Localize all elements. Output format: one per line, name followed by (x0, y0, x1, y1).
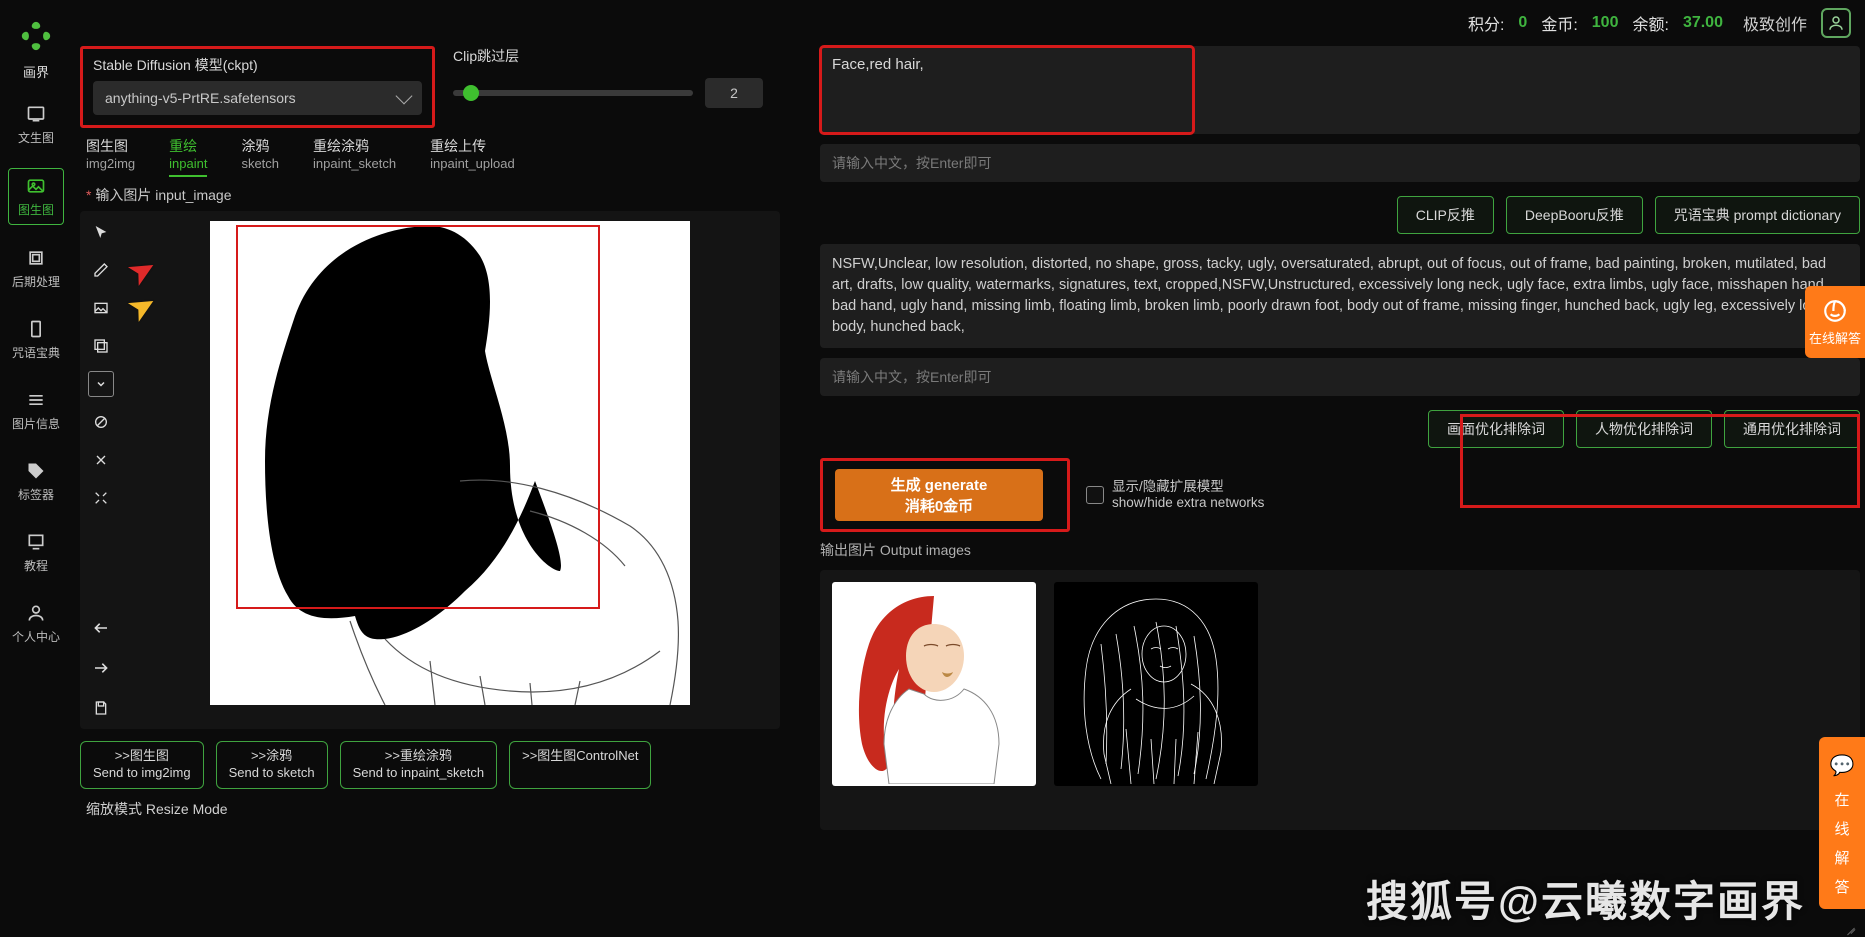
checkbox-icon[interactable] (1086, 486, 1104, 504)
online-help-button[interactable]: 在线解答 (1805, 286, 1865, 358)
positive-prompt-input[interactable]: Face,red hair, (820, 46, 1194, 134)
chat-icon: 💬 (1826, 749, 1858, 781)
sidebar-item-tutorial[interactable]: 教程 (8, 525, 64, 580)
clear-tool-icon[interactable] (88, 447, 114, 473)
slider-thumb[interactable] (463, 85, 479, 101)
generate-wrap: 生成 generate 消耗0金币 (820, 458, 1070, 532)
tutorial-icon (25, 531, 47, 553)
eraser-tool-icon[interactable] (88, 409, 114, 435)
negative-prompt-input[interactable]: NSFW,Unclear, low resolution, distorted,… (820, 244, 1860, 348)
editor-tools-top (88, 219, 114, 511)
translate-input-pos[interactable]: 请输入中文，按Enter即可 (820, 144, 1860, 182)
chevron-down-icon (396, 88, 413, 105)
deepbooru-button[interactable]: DeepBooru反推 (1506, 196, 1643, 234)
send-row: >>图生图Send to img2img >>涂鸦Send to sketch … (80, 741, 800, 789)
app-logo-icon[interactable] (16, 16, 56, 56)
output-label: 输出图片 Output images (820, 540, 1860, 560)
chat-widget[interactable]: 💬 在线解答 (1819, 737, 1865, 909)
sidebar-item-user-center[interactable]: 个人中心 (8, 596, 64, 651)
editor-tools-bottom (88, 615, 114, 721)
output-image-1[interactable] (832, 582, 1036, 786)
tab-inpaint-upload[interactable]: 重绘上传inpaint_upload (430, 136, 515, 177)
image-editor[interactable]: ➤ ➤ (80, 211, 780, 729)
cursor-tool-icon[interactable] (88, 219, 114, 245)
canvas-image[interactable] (210, 221, 690, 705)
resize-mode-label: 缩放模式 Resize Mode (80, 799, 800, 819)
sidebar-item-postprocess[interactable]: 后期处理 (8, 241, 64, 296)
redo-icon[interactable] (88, 655, 114, 681)
image-image-icon (25, 175, 47, 197)
tab-inpaint[interactable]: 重绘inpaint (169, 136, 207, 177)
balance-value: 37.00 (1683, 14, 1723, 32)
tab-sketch[interactable]: 涂鸦sketch (241, 136, 279, 177)
user-avatar-icon[interactable] (1821, 8, 1851, 38)
creative-label[interactable]: 极致创作 (1743, 11, 1807, 35)
app-name: 画界 (23, 62, 49, 81)
topbar: 积分: 0 金币: 100 余额: 37.00 极致创作 (0, 0, 1865, 46)
pencil-tool-icon[interactable] (88, 257, 114, 283)
gallery-tool-icon[interactable] (88, 333, 114, 359)
sidebar-item-txt2img[interactable]: 文生图 (8, 97, 64, 152)
tagger-icon (25, 460, 47, 482)
sidebar-item-prompt-book[interactable]: 咒语宝典 (8, 312, 64, 367)
text-image-icon (25, 103, 47, 125)
coins-value: 100 (1592, 14, 1619, 32)
points-label: 积分: (1468, 11, 1504, 35)
points-value: 0 (1518, 14, 1527, 32)
tab-inpaint-sketch[interactable]: 重绘涂鸦inpaint_sketch (313, 136, 396, 177)
sidebar-item-img2img[interactable]: 图生图 (8, 168, 64, 225)
exclude-quality-button[interactable]: 画面优化排除词 (1428, 410, 1564, 448)
dropdown-tool-icon[interactable] (88, 371, 114, 397)
clip-slider[interactable] (453, 90, 693, 96)
img2img-tabs: 图生图img2img 重绘inpaint 涂鸦sketch 重绘涂鸦inpain… (80, 136, 800, 177)
user-center-icon (25, 602, 47, 624)
input-image-label: * 输入图片 input_image (86, 185, 800, 205)
send-sketch-button[interactable]: >>涂鸦Send to sketch (216, 741, 328, 789)
resize-handle-icon[interactable] (1844, 922, 1856, 934)
image-tool-icon[interactable] (88, 295, 114, 321)
translate-input-neg[interactable]: 请输入中文，按Enter即可 (820, 358, 1860, 396)
extra-networks-toggle[interactable]: 显示/隐藏扩展模型 show/hide extra networks (1086, 479, 1264, 511)
model-select[interactable]: anything-v5-PrtRE.safetensors (93, 81, 422, 115)
exclude-general-button[interactable]: 通用优化排除词 (1724, 410, 1860, 448)
prompt-book-icon (25, 318, 47, 340)
sidebar-item-tagger[interactable]: 标签器 (8, 454, 64, 509)
save-icon[interactable] (88, 695, 114, 721)
model-value: anything-v5-PrtRE.safetensors (105, 90, 296, 106)
sidebar-item-image-info[interactable]: 图片信息 (8, 383, 64, 438)
tab-img2img[interactable]: 图生图img2img (86, 136, 135, 177)
coins-label: 金币: (1541, 11, 1577, 35)
prompt-dictionary-button[interactable]: 咒语宝典 prompt dictionary (1655, 196, 1860, 234)
clip-interrogate-button[interactable]: CLIP反推 (1397, 196, 1494, 234)
generate-button[interactable]: 生成 generate 消耗0金币 (835, 469, 1043, 521)
model-label: Stable Diffusion 模型(ckpt) (93, 55, 422, 75)
clip-value[interactable]: 2 (705, 78, 763, 108)
output-gallery (820, 570, 1860, 830)
positive-prompt-extend[interactable] (1194, 46, 1860, 134)
sidebar: 画界 文生图 图生图 后期处理 咒语宝典 图片信息 标签器 教程 个人中心 (0, 14, 72, 934)
send-inpaint-sketch-button[interactable]: >>重绘涂鸦Send to inpaint_sketch (340, 741, 498, 789)
send-controlnet-button[interactable]: >>图生图ControlNet (509, 741, 651, 789)
undo-icon[interactable] (88, 615, 114, 641)
clip-group: Clip跳过层 2 (453, 46, 763, 108)
expand-tool-icon[interactable] (88, 485, 114, 511)
send-img2img-button[interactable]: >>图生图Send to img2img (80, 741, 204, 789)
annotation-arrow-yellow: ➤ (120, 283, 165, 332)
output-image-2[interactable] (1054, 582, 1258, 786)
balance-label: 余额: (1632, 11, 1668, 35)
model-group: Stable Diffusion 模型(ckpt) anything-v5-Pr… (80, 46, 435, 128)
annotation-frame (236, 225, 600, 609)
clip-label: Clip跳过层 (453, 46, 763, 66)
exclude-person-button[interactable]: 人物优化排除词 (1576, 410, 1712, 448)
image-info-icon (25, 389, 47, 411)
process-icon (25, 247, 47, 269)
